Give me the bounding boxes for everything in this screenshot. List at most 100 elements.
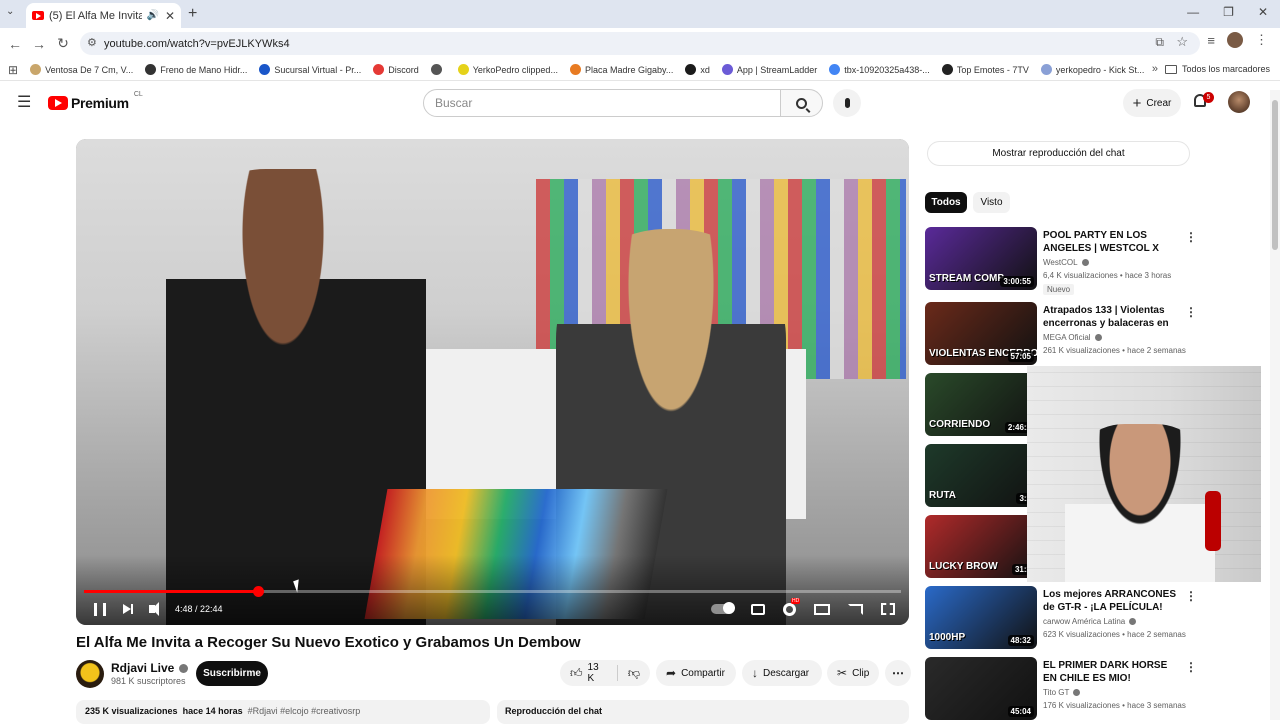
bookmark-item[interactable]: YerkoPedro clipped...	[457, 64, 558, 75]
recommended-meta: 6,4 K visualizaciones • hace 3 horas	[1043, 271, 1172, 280]
like-button[interactable]: 👍︎ 13 K	[560, 662, 618, 684]
download-icon: ↓	[752, 666, 758, 680]
video-thumbnail[interactable]: STREAM COMP 3:00:55	[925, 227, 1037, 290]
more-actions-button[interactable]: ⋯	[885, 660, 911, 686]
more-vertical-icon[interactable]: ⋮	[1185, 230, 1197, 244]
browser-tab-active[interactable]: (5) El Alfa Me Invita a Recog 🔊 ✕	[26, 3, 181, 28]
channel-name[interactable]: Rdjavi Live	[111, 661, 189, 675]
channel-avatar[interactable]	[76, 660, 104, 688]
bookmark-item[interactable]	[430, 64, 446, 75]
share-button[interactable]: ➦ Compartir	[656, 660, 736, 686]
fullscreen-icon[interactable]	[881, 603, 895, 615]
video-player[interactable]: 4:48 / 22:44 HD	[76, 139, 909, 625]
more-vertical-icon[interactable]: ⋮	[1185, 660, 1197, 674]
recommended-video[interactable]: 45:04 EL PRIMER DARK HORSE EN CHILE ES MI…	[925, 657, 1270, 721]
recommended-channel[interactable]: carwow América Latina	[1043, 617, 1137, 626]
bookmark-item[interactable]: Ventosa De 7 Cm, V...	[30, 64, 133, 75]
recommended-video[interactable]: 1000HP 48:32 Los mejores ARRANCONES de GT-…	[925, 586, 1270, 650]
restore-icon[interactable]: ❐	[1223, 5, 1234, 19]
autoplay-toggle[interactable]	[711, 602, 735, 614]
next-icon[interactable]	[123, 604, 133, 614]
video-thumbnail[interactable]: 45:04	[925, 657, 1037, 720]
cast-icon[interactable]	[848, 603, 863, 615]
more-vertical-icon[interactable]: ⋮	[1185, 589, 1197, 603]
clip-button[interactable]: ✂ Clip	[827, 660, 879, 686]
dislike-button[interactable]: 👎︎	[618, 666, 650, 681]
voice-search-button[interactable]	[833, 89, 861, 117]
chip-all[interactable]: Todos	[925, 192, 967, 213]
recommended-title[interactable]: EL PRIMER DARK HORSE EN CHILE ES MIO!	[1043, 659, 1178, 685]
forward-icon[interactable]: →	[27, 36, 51, 52]
download-button[interactable]: ↓ Descargar	[742, 660, 822, 686]
progress-bar[interactable]	[84, 586, 901, 597]
more-vertical-icon[interactable]: ⋮	[1185, 305, 1197, 319]
apps-grid-icon[interactable]: ⊞	[8, 63, 18, 77]
search-button[interactable]	[780, 89, 823, 117]
bookmark-item[interactable]: Top Emotes - 7TV	[941, 64, 1029, 75]
close-window-icon[interactable]: ✕	[1258, 5, 1268, 19]
reload-icon[interactable]: ↻	[51, 35, 75, 52]
video-thumbnail[interactable]: LUCKY BROW 31:2	[925, 515, 1037, 578]
streamer-webcam-overlay	[1027, 366, 1261, 582]
video-thumbnail[interactable]: VIOLENTAS ENCERRONAS Y57:05	[925, 302, 1037, 365]
hashtags[interactable]: #Rdjavi #elcojo #creativosrp	[248, 706, 361, 716]
create-button[interactable]: + Crear	[1123, 89, 1181, 117]
chip-watched[interactable]: Visto	[973, 192, 1010, 213]
recommended-channel[interactable]: MEGA Oficial	[1043, 333, 1102, 342]
bookmark-item[interactable]: tbx-10920325a438-...	[829, 64, 930, 75]
bookmark-item[interactable]: Sucursal Virtual - Pr...	[259, 64, 361, 75]
back-icon[interactable]: ←	[3, 36, 27, 52]
browser-menu-icon[interactable]: ⋮	[1255, 32, 1268, 48]
site-info-icon[interactable]: ⚙	[87, 36, 97, 49]
recommended-title[interactable]: Los mejores ARRANCONES de GT-R - ¡LA PEL…	[1043, 588, 1178, 614]
url-text[interactable]: youtube.com/watch?v=pvEJLKYWks4	[104, 38, 290, 50]
bookmark-item[interactable]: Freno de Mano Hidr...	[145, 64, 247, 75]
bookmark-item[interactable]: Placa Madre Gigaby...	[569, 64, 673, 75]
description-box[interactable]: 235 K visualizaciones hace 14 horas #Rdj…	[76, 700, 490, 724]
bookmark-favicon-icon	[721, 64, 733, 75]
recommended-video[interactable]: STREAM COMP 3:00:55 POOL PARTY EN LOS ANGE…	[925, 227, 1270, 295]
pause-icon[interactable]	[94, 602, 106, 616]
show-chat-replay-button[interactable]: Mostrar reproducción del chat	[927, 141, 1190, 166]
progress-scrubber[interactable]	[253, 586, 265, 597]
webcam-person	[1065, 424, 1215, 582]
tab-close-icon[interactable]: ✕	[165, 9, 175, 23]
tab-search-icon[interactable]: ⌄	[6, 6, 14, 17]
volume-icon[interactable]	[149, 602, 159, 616]
bookmark-item[interactable]: Discord	[373, 64, 419, 75]
subscribe-button[interactable]: Suscribirme	[196, 661, 268, 686]
scrollbar-thumb[interactable]	[1272, 100, 1278, 250]
video-thumbnail[interactable]: 1000HP 48:32	[925, 586, 1037, 649]
bookmarks-overflow-icon[interactable]: »	[1152, 63, 1158, 75]
bookmark-star-icon[interactable]: ☆	[1176, 34, 1188, 50]
recommended-channel[interactable]: Tito GT	[1043, 688, 1081, 697]
page-scrollbar[interactable]	[1270, 90, 1280, 720]
minimize-icon[interactable]: —	[1187, 5, 1199, 19]
tab-audio-icon[interactable]: 🔊	[146, 10, 158, 21]
theater-mode-icon[interactable]	[814, 603, 830, 615]
profile-avatar[interactable]	[1227, 32, 1243, 48]
new-tab-icon[interactable]: +	[188, 5, 197, 23]
recommended-video[interactable]: VIOLENTAS ENCERRONAS Y57:05Atrapados 133…	[925, 302, 1270, 366]
media-control-icon[interactable]: ≡	[1207, 33, 1215, 48]
bookmark-item[interactable]: App | StreamLadder	[721, 64, 817, 75]
bookmark-item[interactable]: yerkopedro - Kick St...	[1040, 64, 1144, 75]
recommended-title[interactable]: Atrapados 133 | Violentas encerronas y b…	[1043, 304, 1178, 330]
omnibox[interactable]: ⚙ youtube.com/watch?v=pvEJLKYWks4 ⧉ ☆	[80, 32, 1200, 55]
youtube-logo[interactable]: Premium CL	[48, 88, 146, 111]
install-app-icon[interactable]: ⧉	[1155, 35, 1164, 50]
bookmark-favicon-icon	[145, 64, 157, 75]
recommended-title[interactable]: POOL PARTY EN LOS ANGELES | WESTCOL X BL…	[1043, 229, 1178, 255]
settings-gear-icon[interactable]: HD	[783, 597, 801, 616]
search-input[interactable]	[423, 89, 781, 117]
video-thumbnail[interactable]: CORRIENDO 2:46:2	[925, 373, 1037, 436]
time-display: 4:48 / 22:44	[175, 604, 223, 614]
account-avatar[interactable]	[1228, 91, 1250, 113]
hamburger-menu-icon[interactable]: ☰	[17, 95, 31, 111]
bookmark-item[interactable]: xd	[685, 64, 710, 75]
subtitles-icon[interactable]	[751, 603, 765, 615]
recommended-channel[interactable]: WestCOL	[1043, 258, 1089, 267]
video-thumbnail[interactable]: RUTA 3:2	[925, 444, 1037, 507]
channel-name-label[interactable]: Rdjavi Live	[111, 661, 174, 675]
all-bookmarks-folder[interactable]: Todos los marcadores	[1164, 64, 1270, 74]
